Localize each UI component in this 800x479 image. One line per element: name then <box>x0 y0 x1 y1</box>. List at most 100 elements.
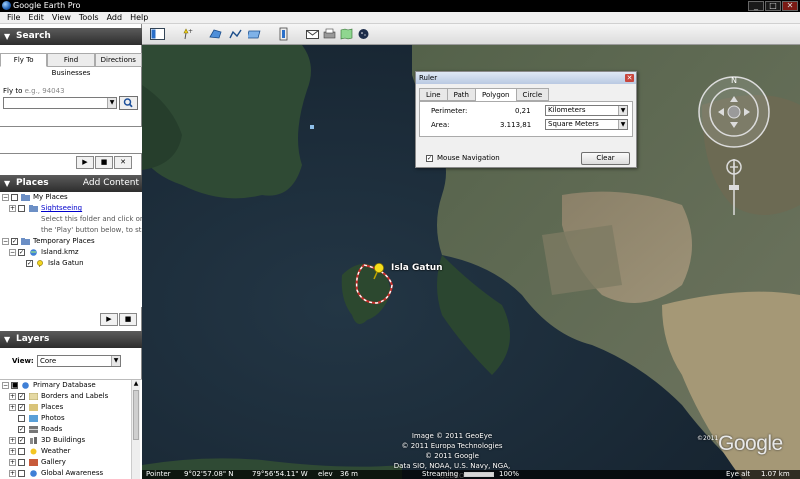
move-joystick[interactable] <box>726 159 742 215</box>
layer-item-global-awareness[interactable]: + Global Awareness <box>0 468 142 479</box>
checkbox[interactable] <box>18 448 25 455</box>
zoom-slider-thumb[interactable] <box>729 185 739 190</box>
checkbox[interactable]: ✓ <box>11 238 18 245</box>
expand-icon[interactable]: + <box>9 437 16 444</box>
play-tour-icon[interactable]: ▶ <box>100 313 118 326</box>
dropdown-arrow-icon[interactable]: ▼ <box>111 356 120 366</box>
menu-tools[interactable]: Tools <box>75 12 103 23</box>
layer-item-primary-database[interactable]: − ■ Primary Database <box>0 380 142 391</box>
tree-item-isla-gatun[interactable]: ✓ Isla Gatun <box>0 258 142 269</box>
minimize-button[interactable]: _ <box>748 1 764 11</box>
maximize-button[interactable]: □ <box>765 1 781 11</box>
look-joystick[interactable]: N <box>698 76 770 148</box>
perimeter-unit-select[interactable]: Kilometers ▼ <box>545 105 628 116</box>
ruler-close-button[interactable]: ✕ <box>625 74 634 82</box>
checkbox[interactable]: ✓ <box>26 260 33 267</box>
view-select[interactable]: Core ▼ <box>37 355 121 367</box>
play-icon[interactable]: ▶ <box>76 156 94 169</box>
checkbox[interactable] <box>18 205 25 212</box>
checkbox[interactable] <box>18 470 25 477</box>
add-polygon-icon[interactable] <box>208 27 223 41</box>
expand-icon[interactable]: − <box>2 382 9 389</box>
layer-item-3d-buildings[interactable]: + ✓ 3D Buildings <box>0 435 142 446</box>
collapse-arrow-icon[interactable]: ▼ <box>4 331 10 348</box>
checkbox[interactable] <box>18 415 25 422</box>
tab-polygon[interactable]: Polygon <box>474 88 517 102</box>
search-button[interactable] <box>119 96 138 110</box>
expand-icon[interactable]: − <box>2 194 9 201</box>
close-button[interactable]: ✕ <box>782 1 798 11</box>
dropdown-arrow-icon[interactable]: ▼ <box>618 106 627 115</box>
layer-item-borders-labels[interactable]: + ✓ Borders and Labels <box>0 391 142 402</box>
placemark-label[interactable]: Isla Gatun <box>391 263 443 273</box>
layer-item-places[interactable]: + ✓ Places <box>0 402 142 413</box>
checkbox[interactable]: ✓ <box>18 249 25 256</box>
expand-icon[interactable]: + <box>9 470 16 477</box>
north-icon[interactable]: N <box>731 76 737 85</box>
record-tour-icon[interactable] <box>276 27 291 41</box>
checkbox[interactable]: ✓ <box>18 393 25 400</box>
tab-line[interactable]: Line <box>419 88 448 101</box>
search-results[interactable] <box>0 126 142 154</box>
expand-icon[interactable]: + <box>9 393 16 400</box>
navigation-controls[interactable]: N <box>694 67 774 217</box>
sightseeing-link[interactable]: Sightseeing <box>41 203 82 214</box>
stop-tour-icon[interactable]: ■ <box>119 313 137 326</box>
add-placemark-icon[interactable]: + <box>179 27 194 41</box>
email-icon[interactable] <box>305 27 320 41</box>
checkbox[interactable]: ✓ <box>18 426 25 433</box>
mouse-navigation-checkbox[interactable]: ✓ <box>426 155 433 162</box>
expand-icon[interactable]: − <box>2 238 9 245</box>
scroll-thumb[interactable] <box>133 390 139 440</box>
add-path-icon[interactable] <box>228 27 243 41</box>
checkbox[interactable]: ✓ <box>18 437 25 444</box>
expand-icon[interactable]: + <box>9 205 16 212</box>
tree-item-my-places[interactable]: − My Places <box>0 192 142 203</box>
flyto-input[interactable]: ▼ <box>3 97 117 109</box>
tab-path[interactable]: Path <box>446 88 476 101</box>
tab-fly-to[interactable]: Fly To <box>0 53 48 67</box>
ruler-title-bar[interactable]: Ruler <box>416 72 636 84</box>
places-panel-header[interactable]: ▼ Places Add Content <box>0 175 142 192</box>
stop-icon[interactable]: ■ <box>95 156 113 169</box>
layer-item-weather[interactable]: + Weather <box>0 446 142 457</box>
image-overlay-icon[interactable] <box>248 27 263 41</box>
tab-find-businesses[interactable]: Find Businesses <box>47 53 95 77</box>
sidebar-toggle-icon[interactable] <box>150 27 165 41</box>
collapse-arrow-icon[interactable]: ▼ <box>4 175 10 192</box>
menu-help[interactable]: Help <box>126 12 152 23</box>
tree-item-island-kmz[interactable]: − ✓ Island.kmz <box>0 247 142 258</box>
menu-file[interactable]: File <box>3 12 24 23</box>
checkbox[interactable] <box>11 194 18 201</box>
search-panel-header[interactable]: ▼ Search <box>0 28 142 45</box>
tab-directions[interactable]: Directions <box>94 53 142 67</box>
checkbox[interactable] <box>18 459 25 466</box>
layers-panel-header[interactable]: ▼ Layers <box>0 331 142 348</box>
collapse-arrow-icon[interactable]: ▼ <box>4 28 10 45</box>
view-in-maps-icon[interactable] <box>339 27 354 41</box>
expand-icon[interactable]: + <box>9 448 16 455</box>
menu-add[interactable]: Add <box>103 12 127 23</box>
tree-item-sightseeing[interactable]: + Sightseeing <box>0 203 142 214</box>
print-icon[interactable] <box>322 27 337 41</box>
scroll-up-icon[interactable]: ▲ <box>132 380 140 388</box>
add-content-button[interactable]: Add Content <box>83 175 139 192</box>
layer-item-photos[interactable]: Photos <box>0 413 142 424</box>
area-unit-select[interactable]: Square Meters ▼ <box>545 119 628 130</box>
layer-item-roads[interactable]: ✓ Roads <box>0 424 142 435</box>
checkbox[interactable]: ✓ <box>18 404 25 411</box>
expand-icon[interactable]: + <box>9 459 16 466</box>
menu-edit[interactable]: Edit <box>24 12 48 23</box>
menu-view[interactable]: View <box>48 12 75 23</box>
clear-results-icon[interactable]: ✕ <box>114 156 132 169</box>
expand-icon[interactable]: + <box>9 404 16 411</box>
tab-circle[interactable]: Circle <box>515 88 550 101</box>
expand-icon[interactable]: − <box>9 249 16 256</box>
layer-item-gallery[interactable]: + Gallery <box>0 457 142 468</box>
checkbox[interactable]: ■ <box>11 382 18 389</box>
layers-scrollbar[interactable]: ▲ <box>131 380 140 479</box>
dropdown-arrow-icon[interactable]: ▼ <box>618 120 627 129</box>
sky-icon[interactable] <box>356 27 371 41</box>
tree-item-temporary-places[interactable]: − ✓ Temporary Places <box>0 236 142 247</box>
dropdown-arrow-icon[interactable]: ▼ <box>107 98 116 108</box>
